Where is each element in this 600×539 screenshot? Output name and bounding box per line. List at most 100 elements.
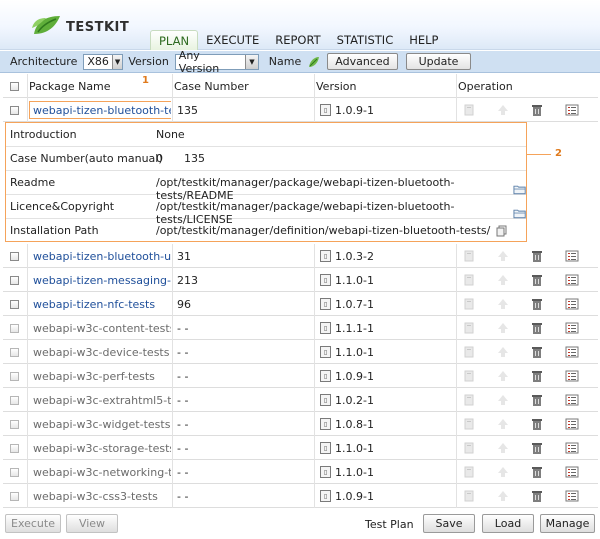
version-info-icon[interactable]: ▯ — [320, 104, 331, 116]
install-icon[interactable] — [462, 321, 476, 335]
row-check-cell[interactable] — [3, 268, 25, 292]
install-icon[interactable] — [462, 417, 476, 431]
trash-icon[interactable] — [530, 417, 544, 431]
save-button[interactable]: Save — [423, 514, 475, 533]
upgrade-arrow-icon[interactable] — [496, 417, 510, 431]
row-checkbox[interactable] — [9, 323, 19, 333]
upgrade-arrow-icon[interactable] — [496, 103, 510, 117]
trash-icon[interactable] — [530, 369, 544, 383]
table-row[interactable]: webapi-tizen-messaging-... 213 ▯ 1.1.0-1 — [3, 268, 598, 292]
advanced-button[interactable]: Advanced — [327, 53, 398, 70]
upgrade-arrow-icon[interactable] — [496, 297, 510, 311]
manage-button[interactable]: Manage — [540, 514, 595, 533]
table-row[interactable]: webapi-w3c-css3-tests - - ▯ 1.0.9-1 — [3, 484, 598, 508]
trash-icon[interactable] — [530, 297, 544, 311]
filter-leaf-icon[interactable] — [307, 55, 321, 69]
row-check-cell[interactable] — [3, 98, 25, 122]
package-name-link[interactable]: webapi-w3c-storage-tests — [29, 442, 171, 455]
row-checkbox[interactable] — [9, 371, 19, 381]
version-info-icon[interactable]: ▯ — [320, 274, 331, 286]
load-button[interactable]: Load — [482, 514, 534, 533]
install-icon[interactable] — [462, 441, 476, 455]
package-name-link[interactable]: webapi-w3c-css3-tests — [29, 490, 158, 503]
row-check-cell[interactable] — [3, 340, 25, 364]
upgrade-arrow-icon[interactable] — [496, 441, 510, 455]
architecture-select[interactable]: X86 ▼ — [83, 53, 124, 70]
version-info-icon[interactable]: ▯ — [320, 394, 331, 406]
trash-icon[interactable] — [530, 441, 544, 455]
table-row[interactable]: webapi-tizen-bluetooth-te... 135 ▯ 1.0.9-1 — [3, 98, 598, 122]
row-checkbox[interactable] — [9, 105, 19, 115]
version-info-icon[interactable]: ▯ — [320, 418, 331, 430]
version-info-icon[interactable]: ▯ — [320, 490, 331, 502]
install-icon[interactable] — [462, 273, 476, 287]
row-checkbox[interactable] — [9, 491, 19, 501]
table-row[interactable]: webapi-tizen-nfc-tests 96 ▯ 1.0.7-1 — [3, 292, 598, 316]
install-icon[interactable] — [462, 345, 476, 359]
select-all-cell[interactable] — [3, 74, 25, 98]
list-details-icon[interactable] — [565, 489, 579, 503]
package-name-link[interactable]: webapi-w3c-device-tests — [29, 346, 169, 359]
trash-icon[interactable] — [530, 321, 544, 335]
list-details-icon[interactable] — [565, 345, 579, 359]
select-all-checkbox[interactable] — [9, 81, 19, 91]
upgrade-arrow-icon[interactable] — [496, 465, 510, 479]
table-row[interactable]: webapi-w3c-perf-tests - - ▯ 1.0.9-1 — [3, 364, 598, 388]
row-checkbox[interactable] — [9, 443, 19, 453]
package-name-link[interactable]: webapi-w3c-networking-te... — [29, 466, 171, 479]
row-check-cell[interactable] — [3, 436, 25, 460]
install-icon[interactable] — [462, 249, 476, 263]
table-row[interactable]: webapi-w3c-storage-tests - - ▯ 1.1.0-1 — [3, 436, 598, 460]
copy-icon[interactable] — [496, 225, 508, 237]
version-info-icon[interactable]: ▯ — [320, 442, 331, 454]
nav-statistic[interactable]: STATISTIC — [329, 30, 402, 50]
package-name-link[interactable]: webapi-tizen-bluetooth-u... — [29, 250, 171, 263]
version-info-icon[interactable]: ▯ — [320, 298, 331, 310]
execute-button[interactable]: Execute — [5, 514, 61, 533]
row-check-cell[interactable] — [3, 364, 25, 388]
view-button[interactable]: View — [66, 514, 118, 533]
package-name-link[interactable]: webapi-w3c-content-tests — [29, 322, 171, 335]
row-check-cell[interactable] — [3, 484, 25, 508]
install-icon[interactable] — [462, 465, 476, 479]
row-check-cell[interactable] — [3, 460, 25, 484]
upgrade-arrow-icon[interactable] — [496, 321, 510, 335]
nav-execute[interactable]: EXECUTE — [198, 30, 267, 50]
folder-icon[interactable] — [513, 184, 526, 195]
table-row[interactable]: webapi-w3c-content-tests - - ▯ 1.1.1-1 — [3, 316, 598, 340]
trash-icon[interactable] — [530, 465, 544, 479]
row-checkbox[interactable] — [9, 251, 19, 261]
package-name-link[interactable]: webapi-w3c-extrahtml5-te... — [29, 394, 171, 407]
table-row[interactable]: webapi-w3c-networking-te... - - ▯ 1.1.0-1 — [3, 460, 598, 484]
row-checkbox[interactable] — [9, 395, 19, 405]
package-name-link[interactable]: webapi-w3c-perf-tests — [29, 370, 155, 383]
table-row[interactable]: webapi-w3c-widget-tests - - ▯ 1.0.8-1 — [3, 412, 598, 436]
trash-icon[interactable] — [530, 273, 544, 287]
trash-icon[interactable] — [530, 249, 544, 263]
upgrade-arrow-icon[interactable] — [496, 393, 510, 407]
list-details-icon[interactable] — [565, 369, 579, 383]
list-details-icon[interactable] — [565, 441, 579, 455]
row-check-cell[interactable] — [3, 244, 25, 268]
trash-icon[interactable] — [530, 345, 544, 359]
upgrade-arrow-icon[interactable] — [496, 273, 510, 287]
row-check-cell[interactable] — [3, 292, 25, 316]
row-check-cell[interactable] — [3, 412, 25, 436]
version-info-icon[interactable]: ▯ — [320, 370, 331, 382]
version-info-icon[interactable]: ▯ — [320, 250, 331, 262]
version-info-icon[interactable]: ▯ — [320, 322, 331, 334]
upgrade-arrow-icon[interactable] — [496, 345, 510, 359]
list-details-icon[interactable] — [565, 297, 579, 311]
install-icon[interactable] — [462, 103, 476, 117]
nav-help[interactable]: HELP — [401, 30, 446, 50]
list-details-icon[interactable] — [565, 273, 579, 287]
upgrade-arrow-icon[interactable] — [496, 489, 510, 503]
trash-icon[interactable] — [530, 489, 544, 503]
list-details-icon[interactable] — [565, 321, 579, 335]
update-button[interactable]: Update — [405, 53, 472, 70]
list-details-icon[interactable] — [565, 103, 579, 117]
trash-icon[interactable] — [530, 393, 544, 407]
version-select[interactable]: Any Version ▼ — [174, 49, 259, 75]
package-name-link[interactable]: webapi-w3c-widget-tests — [29, 418, 170, 431]
upgrade-arrow-icon[interactable] — [496, 369, 510, 383]
